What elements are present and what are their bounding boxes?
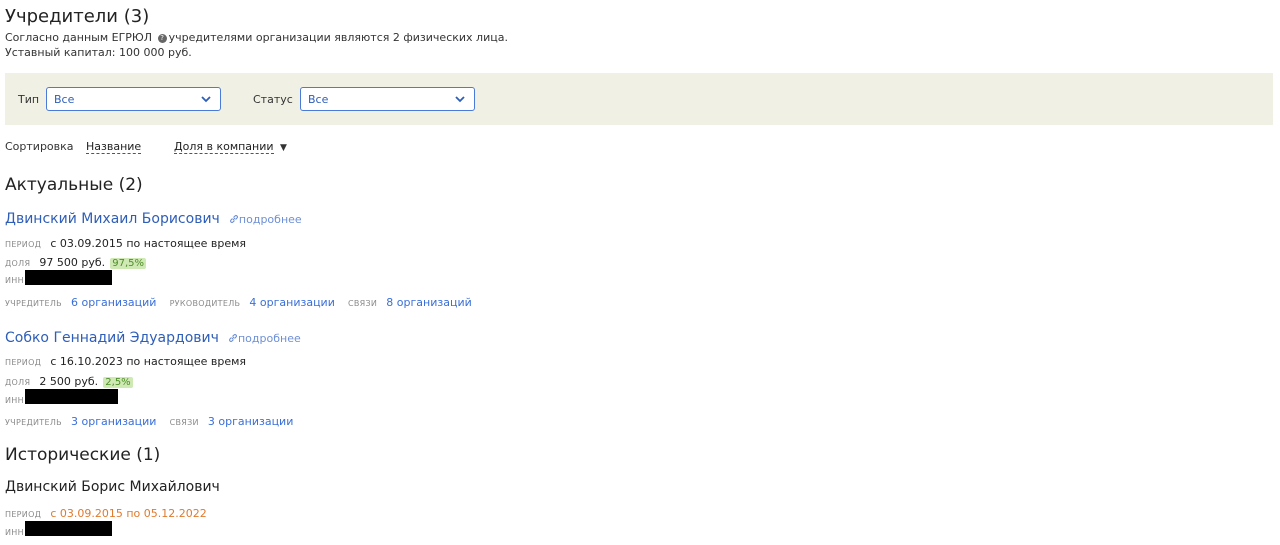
sort-by-name[interactable]: Название	[86, 140, 142, 154]
actual-section-title: Актуальные (2)	[5, 175, 143, 195]
period-row: период с 16.10.2023 по настоящее время	[5, 350, 246, 369]
inn-row: инн	[5, 390, 24, 409]
link-icon	[229, 215, 238, 223]
links-label: связи	[169, 418, 199, 427]
share-row: доля 2 500 руб. 2,5%	[5, 370, 133, 389]
egrul-prefix: Согласно данным ЕГРЮЛ	[5, 31, 153, 44]
founder-label: учредитель	[5, 299, 62, 308]
egrul-note: Согласно данным ЕГРЮЛ ? учредителями орга…	[5, 31, 508, 44]
more-link-label: подробнее	[237, 332, 301, 345]
more-link-label: подробнее	[238, 213, 302, 226]
links-orgs-link[interactable]: 8 организаций	[386, 296, 471, 309]
status-select-value: Все	[308, 93, 329, 106]
inn-redacted	[25, 270, 112, 285]
links-orgs-link[interactable]: 3 организации	[208, 415, 293, 428]
director-orgs-link[interactable]: 4 организации	[249, 296, 334, 309]
founder-name-link[interactable]: Двинский Михаил Борисович	[5, 211, 220, 227]
sort-by-name-label: Название	[86, 140, 142, 154]
sort-by-share[interactable]: Доля в компании ▼	[174, 140, 287, 154]
inn-label: инн	[5, 276, 24, 285]
founder-card: Двинский Михаил Борисович подробнее	[5, 208, 302, 227]
status-select[interactable]: Все	[300, 87, 475, 111]
type-select[interactable]: Все	[46, 87, 221, 111]
type-filter-label: Тип	[18, 93, 40, 106]
chevron-down-icon	[455, 96, 465, 103]
period-value: с 03.09.2015 по 05.12.2022	[50, 507, 207, 520]
historical-founder-name: Двинский Борис Михайлович	[5, 479, 220, 495]
period-value: с 03.09.2015 по настоящее время	[50, 237, 247, 250]
more-link[interactable]: подробнее	[228, 332, 301, 345]
share-percent-badge: 97,5%	[110, 258, 147, 269]
page-title: Учредители (3)	[5, 6, 150, 27]
period-row: период с 03.09.2015 по настоящее время	[5, 232, 246, 251]
share-amount: 97 500 руб.	[39, 256, 106, 269]
share-row: доля 97 500 руб. 97,5%	[5, 251, 147, 270]
sort-label: Сортировка	[5, 140, 74, 153]
type-select-value: Все	[54, 93, 75, 106]
chevron-down-icon	[201, 96, 211, 103]
status-filter-label: Статус	[253, 93, 293, 106]
historical-section-title: Исторические (1)	[5, 445, 161, 465]
founder-label: учредитель	[5, 418, 62, 427]
inn-row: инн	[5, 522, 24, 541]
share-label: доля	[5, 378, 31, 387]
capital-text: Уставный капитал: 100 000 руб.	[5, 46, 192, 59]
share-label: доля	[5, 259, 31, 268]
period-label: период	[5, 510, 42, 519]
inn-label: инн	[5, 396, 24, 405]
founder-orgs-link[interactable]: 3 организации	[71, 415, 156, 428]
relations-row: учредитель 3 организации связи 3 организ…	[5, 410, 293, 429]
period-row: период с 03.09.2015 по 05.12.2022	[5, 502, 207, 521]
founder-name-link[interactable]: Собко Геннадий Эдуардович	[5, 330, 219, 346]
egrul-suffix: учредителями организации являются 2 физи…	[168, 31, 508, 44]
relations-row: учредитель 6 организаций руководитель 4 …	[5, 291, 472, 310]
director-label: руководитель	[169, 299, 241, 308]
share-amount: 2 500 руб.	[39, 375, 99, 388]
links-label: связи	[347, 299, 378, 308]
inn-redacted	[25, 521, 112, 536]
inn-redacted	[25, 389, 118, 404]
link-icon	[229, 334, 237, 342]
period-value: с 16.10.2023 по настоящее время	[50, 355, 247, 368]
period-label: период	[5, 358, 42, 367]
share-percent-badge: 2,5%	[103, 377, 133, 388]
more-link[interactable]: подробнее	[229, 213, 302, 226]
period-label: период	[5, 240, 42, 249]
info-icon[interactable]: ?	[157, 33, 167, 43]
founder-orgs-link[interactable]: 6 организаций	[71, 296, 156, 309]
inn-label: инн	[5, 528, 24, 537]
sort-by-share-label: Доля в компании	[174, 140, 274, 154]
sort-arrow-icon: ▼	[280, 143, 287, 153]
inn-row: инн	[5, 270, 24, 289]
founder-card: Собко Геннадий Эдуардович подробнее	[5, 327, 301, 346]
